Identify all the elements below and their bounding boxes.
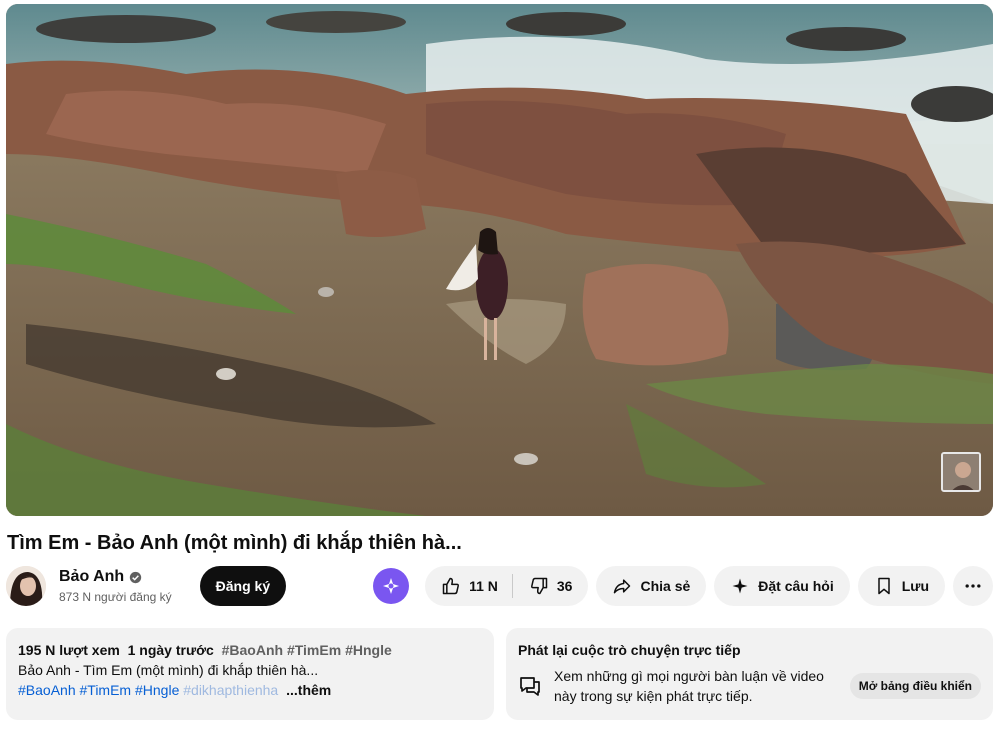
hashtag-link[interactable]: #TimEm	[80, 682, 132, 698]
hashtag-link[interactable]: #Hngle	[135, 682, 179, 698]
like-button[interactable]: 11 N	[425, 566, 512, 606]
sparkle-icon	[732, 578, 748, 594]
action-bar: 11 N 36 Chia sẻ Đặt câu hỏi Lưu	[373, 566, 993, 606]
description-meta: 195 N lượt xem 1 ngày trước #BaoAnh #Tim…	[18, 640, 482, 660]
hashtag-link[interactable]: #dikhapthienha	[183, 682, 278, 698]
view-count: 195 N lượt xem	[18, 642, 120, 658]
header-hashtag[interactable]: #Hngle	[345, 642, 392, 658]
share-icon	[614, 579, 631, 594]
header-hashtag[interactable]: #BaoAnh	[222, 642, 283, 658]
ai-assistant-button[interactable]	[373, 568, 410, 604]
live-chat-replay: Phát lại cuộc trò chuyện trực tiếp Xem n…	[506, 628, 993, 720]
ask-button[interactable]: Đặt câu hỏi	[714, 566, 850, 606]
description-text: Bảo Anh - Tìm Em (một mình) đi khắp thiê…	[18, 662, 319, 678]
video-title: Tìm Em - Bảo Anh (một mình) đi khắp thiê…	[7, 532, 462, 554]
bookmark-icon	[878, 577, 890, 595]
like-dislike-group: 11 N 36	[425, 566, 589, 606]
channel-name[interactable]: Bảo Anh	[59, 567, 172, 587]
more-horizontal-icon	[965, 584, 981, 588]
open-panel-button[interactable]: Mở bảng điều khiển	[849, 673, 981, 699]
save-label: Lưu	[901, 578, 929, 594]
subscriber-count: 873 N người đăng ký	[59, 590, 172, 604]
live-chat-row: Xem những gì mọi người bàn luận về video…	[518, 666, 981, 706]
subscribe-button[interactable]: Đăng ký	[199, 566, 287, 606]
channel-info: Bảo Anh 873 N người đăng ký	[59, 567, 172, 605]
dislike-count: 36	[556, 578, 573, 594]
video-frame	[6, 4, 993, 516]
thumbs-up-icon	[442, 577, 460, 595]
thumbs-down-icon	[530, 577, 548, 595]
verified-icon	[130, 571, 142, 583]
dislike-button[interactable]: 36	[513, 566, 589, 606]
channel-watermark[interactable]	[941, 452, 981, 492]
live-chat-description: Xem những gì mọi người bàn luận về video…	[554, 668, 824, 704]
description-box[interactable]: 195 N lượt xem 1 ngày trước #BaoAnh #Tim…	[6, 628, 494, 720]
live-chat-heading: Phát lại cuộc trò chuyện trực tiếp	[518, 642, 741, 658]
sparkle-icon	[383, 578, 400, 594]
video-owner: Bảo Anh 873 N người đăng ký Đăng ký	[6, 564, 287, 608]
share-label: Chia sẻ	[640, 578, 691, 594]
header-hashtag[interactable]: #TimEm	[287, 642, 341, 658]
chat-bubble-icon	[520, 677, 540, 696]
more-actions-button[interactable]	[953, 566, 993, 606]
show-more-link[interactable]: ...thêm	[286, 682, 331, 698]
like-count: 11 N	[469, 578, 498, 594]
video-player[interactable]	[6, 4, 993, 516]
hashtag-link[interactable]: #BaoAnh	[18, 682, 76, 698]
ask-label: Đặt câu hỏi	[758, 578, 834, 594]
description-hashtags: #BaoAnh #TimEm #Hngle #dikhapthienha ...…	[18, 680, 482, 700]
channel-avatar[interactable]	[6, 566, 46, 606]
share-button[interactable]: Chia sẻ	[596, 566, 707, 606]
save-button[interactable]: Lưu	[857, 566, 945, 606]
channel-name-label: Bảo Anh	[59, 568, 125, 585]
upload-date: 1 ngày trước	[127, 642, 214, 658]
